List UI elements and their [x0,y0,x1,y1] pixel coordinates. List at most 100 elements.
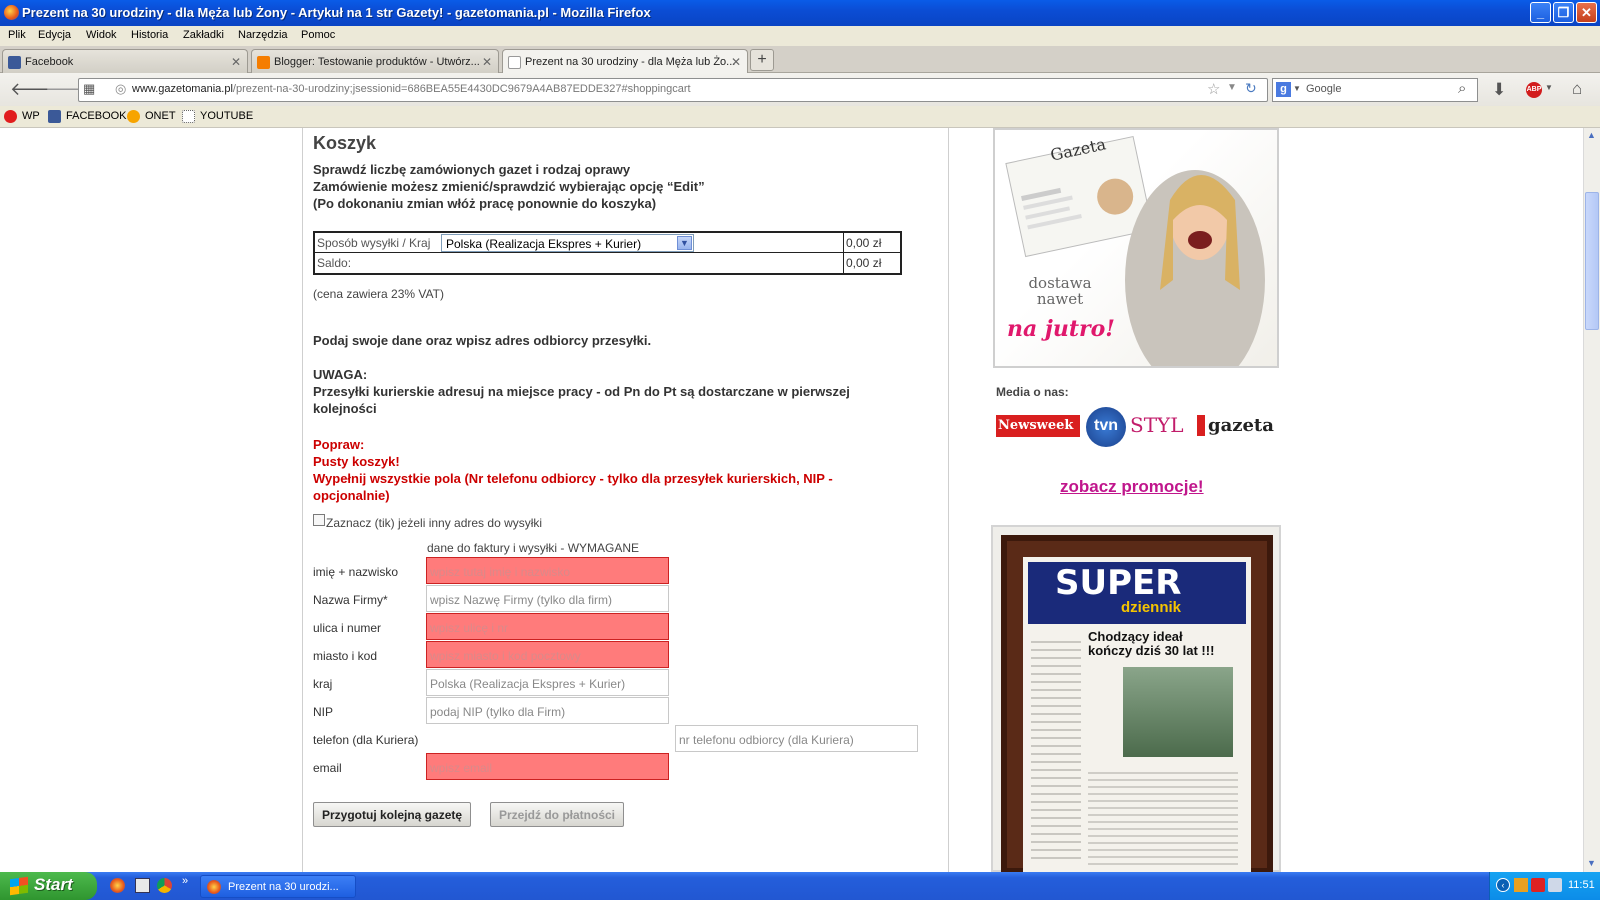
window-titlebar[interactable]: Prezent na 30 urodziny - dla Męża lub Żo… [0,0,1600,26]
bookmark-facebook[interactable]: FACEBOOK [48,110,127,123]
menu-plik[interactable]: Plik [8,29,26,41]
adblock-icon[interactable]: ABP [1526,82,1542,98]
column-divider [948,128,949,872]
page-icon [508,56,521,69]
tab-bar: Facebook ✕ Blogger: Testowanie produktów… [0,46,1600,74]
street-label: ulica i numer [313,621,382,635]
tray-security-icon[interactable] [1531,878,1545,892]
name-input[interactable]: wpisz tutaj imię i nazwisko [426,557,669,584]
street-input[interactable]: wpisz ulicę i nr [426,613,669,640]
country-label: kraj [313,677,333,691]
email-label: email [313,761,342,775]
error-message: Pusty koszyk! [313,454,400,469]
address-prompt: Podaj swoje dane oraz wpisz adres odbior… [313,333,652,348]
adblock-dropdown-icon[interactable]: ▼ [1545,83,1553,92]
tray-network-icon[interactable] [1548,878,1562,892]
taskbar-item-firefox[interactable]: Prezent na 30 urodzi... [200,875,356,898]
menu-zakladki[interactable]: Zakładki [183,29,224,41]
menu-pomoc[interactable]: Pomoc [301,29,335,41]
minimize-button[interactable]: _ [1530,2,1551,23]
tray-app-icon[interactable] [1514,878,1528,892]
company-label: Nazwa Firmy* [313,593,388,607]
onet-icon [127,110,140,123]
search-box[interactable]: g ▼ ⌕ [1272,78,1478,102]
bookmark-youtube[interactable]: YOUTUBE [182,110,253,123]
ad-text: dostawa [1028,274,1092,292]
menu-narzedzia[interactable]: Narzędzia [238,29,288,41]
nip-label: NIP [313,705,334,719]
framed-newspaper-image[interactable]: SUPER dziennik Chodzący ideał kończy dzi… [991,525,1281,874]
menu-historia[interactable]: Historia [131,29,168,41]
firefox-icon [4,5,19,20]
ad-headline: na jutro! [1007,316,1115,342]
reload-icon[interactable]: ↻ [1245,80,1257,97]
tab-gazetomania[interactable]: Prezent na 30 urodziny - dla Męża lub Żo… [502,49,748,74]
country-input[interactable]: Polska (Realizacja Ekspres + Kurier) [426,669,669,696]
close-tab-icon[interactable]: ✕ [231,55,241,69]
promo-link[interactable]: zobacz promocje! [1060,477,1204,497]
site-identity-icon[interactable]: ▦ [83,81,95,97]
history-dropdown-icon[interactable]: ▼ [1227,82,1237,93]
bookmarks-bar: WP FACEBOOK ONET YOUTUBE [0,106,1600,128]
wp-icon [4,110,17,123]
bookmark-star-icon[interactable]: ☆ [1207,80,1220,98]
search-engine-dropdown-icon[interactable]: ▼ [1293,84,1301,93]
bookmark-wp[interactable]: WP [4,110,40,123]
delivery-ad[interactable]: dostawa nawet na jutro! Gazeta [993,128,1279,368]
balance-label: Saldo: [317,256,352,270]
scrollbar-thumb[interactable] [1585,192,1599,330]
globe-icon: ◎ [115,81,127,96]
balance-value: 0,00 zł [846,256,882,270]
email-input[interactable]: wpisz email [426,753,669,780]
tab-blogger[interactable]: Blogger: Testowanie produktów - Utwórz..… [251,49,499,73]
new-tab-button[interactable]: + [750,49,774,71]
start-button[interactable]: Start [0,872,97,900]
phone-label: telefon (dla Kuriera) [313,733,419,747]
close-button[interactable]: ✕ [1576,2,1597,23]
frame-headline: kończy dziś 30 lat !!! [1088,643,1215,658]
window-title: Prezent na 30 urodziny - dla Męża lub Żo… [22,5,651,20]
menu-edycja[interactable]: Edycja [38,29,71,41]
phone-input[interactable]: nr telefonu odbiorcy (dla Kuriera) [675,725,918,752]
close-tab-icon[interactable]: ✕ [482,55,492,69]
shipping-price: 0,00 zł [846,236,882,250]
city-input[interactable]: wpisz miasto i kod pocztowy [426,641,669,668]
bookmark-onet[interactable]: ONET [127,110,176,123]
frame-masthead: SUPER [1055,563,1182,603]
chevron-down-icon[interactable]: ▼ [677,236,692,250]
prepare-next-button[interactable]: Przygotuj kolejną gazetę [313,802,472,827]
scroll-up-icon[interactable]: ▲ [1587,130,1596,140]
warning-text: kolejności [313,401,377,416]
shipping-label: Sposób wysyłki / Kraj [317,236,431,250]
company-input[interactable]: wpisz Nazwę Firmy (tylko dla firm) [426,585,669,612]
chrome-quicklaunch-icon[interactable] [157,878,172,893]
facebook-icon [48,110,61,123]
media-title: Media o nas: [996,385,1069,399]
home-icon[interactable]: ⌂ [1572,79,1582,99]
proceed-payment-button[interactable]: Przejdź do płatności [490,802,625,827]
close-tab-icon[interactable]: ✕ [731,55,741,69]
tray-expand-icon[interactable]: ‹ [1496,878,1510,892]
download-icon[interactable]: ⬇ [1492,80,1506,100]
newsweek-logo: Newsweek [996,415,1080,437]
nip-input[interactable]: podaj NIP (tylko dla Firm) [426,697,669,724]
google-icon[interactable]: g [1276,82,1291,97]
other-address-checkbox[interactable] [313,514,325,526]
quicklaunch-more-icon[interactable]: » [182,875,188,887]
shipping-select[interactable]: Polska (Realizacja Ekspres + Kurier) ▼ [441,234,694,252]
shipping-select-value: Polska (Realizacja Ekspres + Kurier) [446,237,642,251]
other-address-label: Zaznacz (tik) jeżeli inny adres do wysył… [326,516,543,530]
scroll-down-icon[interactable]: ▼ [1587,858,1596,868]
search-icon[interactable]: ⌕ [1458,80,1466,97]
ad-text: nawet [1036,290,1084,308]
vat-note: (cena zawiera 23% VAT) [313,287,444,301]
tab-facebook[interactable]: Facebook ✕ [2,49,248,73]
cart-divider [843,233,844,273]
cart-row-balance: Saldo: 0,00 zł [315,253,900,273]
menu-widok[interactable]: Widok [86,29,117,41]
maximize-button[interactable]: ❐ [1553,2,1574,23]
firefox-quicklaunch-icon[interactable] [110,878,125,893]
page-icon [182,110,195,123]
paint-quicklaunch-icon[interactable] [135,878,150,893]
intro-line: Zamówienie możesz zmienić/sprawdzić wybi… [313,179,705,194]
